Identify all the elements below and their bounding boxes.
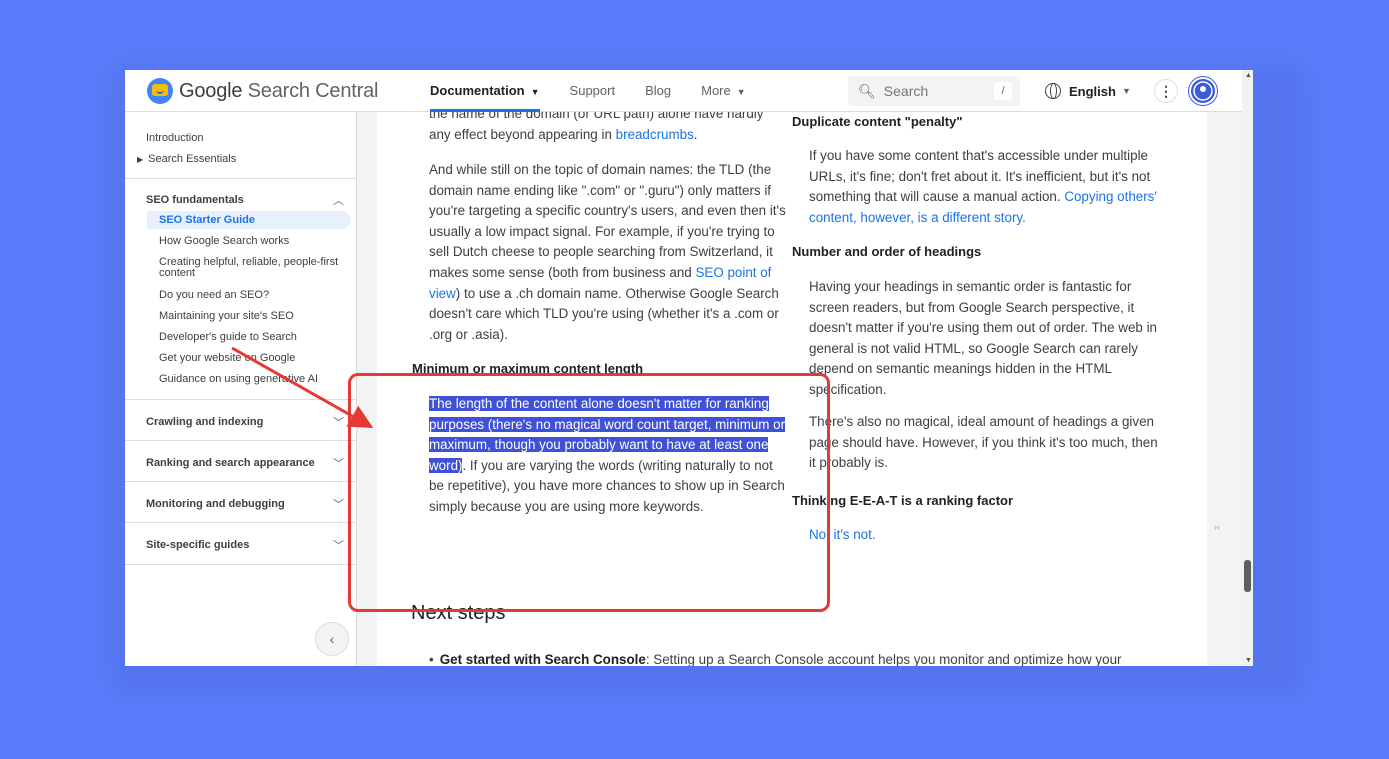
annotation-arrow-icon: [231, 346, 374, 428]
